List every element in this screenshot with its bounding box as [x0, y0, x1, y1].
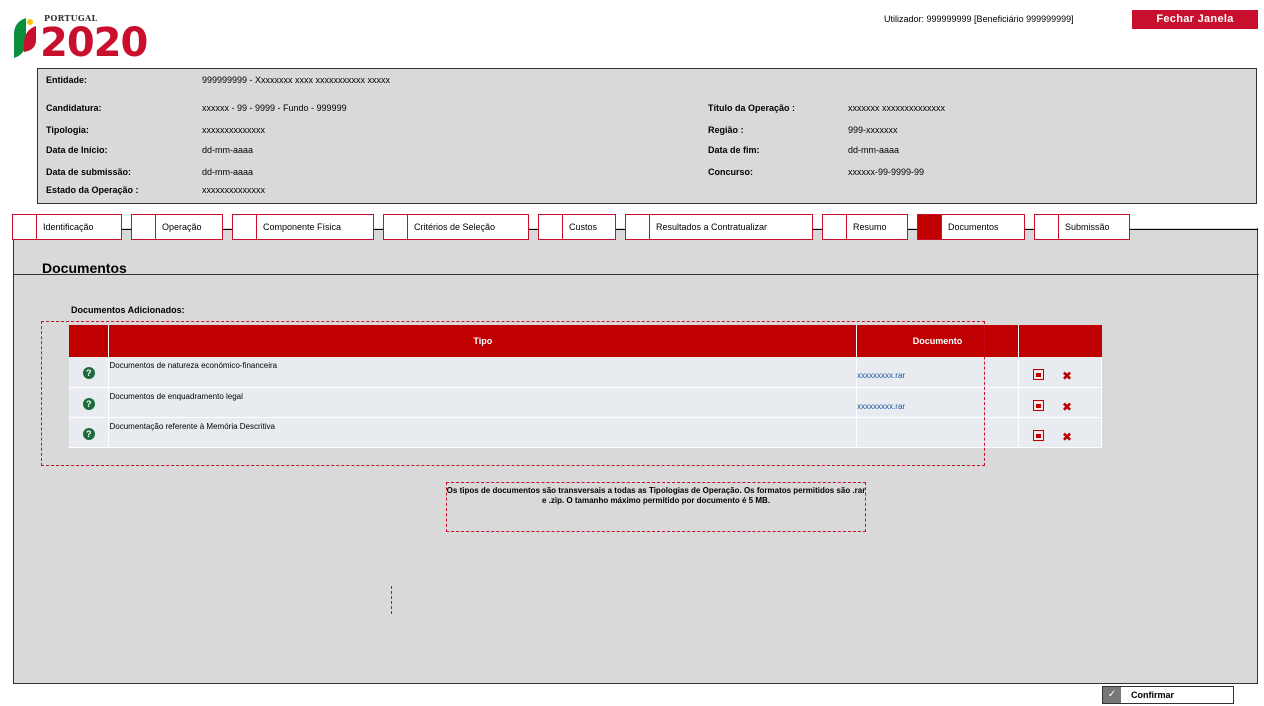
upload-icon[interactable] — [1033, 369, 1044, 380]
delete-icon[interactable]: ✖ — [1062, 430, 1072, 444]
confirm-button[interactable]: ✓ Confirmar — [1102, 686, 1234, 704]
tab-submissao[interactable]: Submissão — [1034, 214, 1130, 240]
upload-icon[interactable] — [1033, 399, 1044, 411]
titulo-value: xxxxxxx xxxxxxxxxxxxxx — [848, 103, 946, 113]
title-divider — [14, 274, 1259, 275]
portugal-2020-logo: PORTUGAL 2020 — [12, 8, 162, 64]
section-label: Documentos Adicionados: — [71, 305, 185, 315]
upload-icon[interactable] — [1033, 429, 1044, 441]
concurso-value: xxxxxx-99-9999-99 — [848, 167, 925, 177]
delete-icon[interactable]: ✖ — [1062, 369, 1072, 383]
entidade-value: 999999999 - Xxxxxxxx xxxx xxxxxxxxxxx xx… — [202, 75, 391, 85]
regiao-value: 999-xxxxxxx — [848, 125, 898, 135]
data-fim-label: Data de fim: — [708, 145, 760, 155]
annotation-marker — [391, 586, 392, 614]
entidade-label: Entidade: — [46, 75, 88, 85]
data-submissao-label: Data de submissão: — [46, 167, 132, 177]
close-window-button[interactable]: Fechar Janela — [1132, 10, 1258, 29]
tab-operacao[interactable]: Operação — [131, 214, 223, 240]
confirm-label: Confirmar — [1131, 690, 1175, 700]
tipologia-label: Tipologia: — [46, 125, 89, 135]
tab-resultados[interactable]: Resultados a Contratualizar — [625, 214, 813, 240]
user-info: Utilizador: 999999999 [Beneficiário 9999… — [884, 14, 1074, 24]
tipologia-value: xxxxxxxxxxxxxx — [202, 125, 265, 135]
entidade-row: Entidade: — [46, 75, 87, 85]
data-inicio-label: Data de Início: — [46, 145, 108, 155]
candidatura-value: xxxxxx - 99 - 9999 - Fundo - 999999 — [202, 103, 347, 113]
estado-value: xxxxxxxxxxxxxx — [202, 185, 265, 195]
candidatura-label: Candidatura: — [46, 103, 102, 113]
operation-info-panel: Entidade: 999999999 - Xxxxxxxx xxxx xxxx… — [37, 68, 1257, 204]
tab-custos[interactable]: Custos — [538, 214, 616, 240]
concurso-label: Concurso: — [708, 167, 753, 177]
delete-icon[interactable]: ✖ — [1062, 400, 1072, 414]
tab-documentos[interactable]: Documentos — [917, 214, 1025, 240]
tab-resumo[interactable]: Resumo — [822, 214, 908, 240]
check-icon: ✓ — [1103, 687, 1121, 703]
documents-note: Os tipos de documentos são transversais … — [446, 486, 866, 505]
header-actions-col — [1018, 325, 1102, 357]
titulo-label: Título da Operação : — [708, 103, 796, 113]
data-inicio-value: dd-mm-aaaa — [202, 145, 254, 155]
estado-label: Estado da Operação : — [46, 185, 139, 195]
flag-logo-icon — [14, 18, 36, 58]
tab-identificacao[interactable]: Identificação — [12, 214, 122, 240]
logo-year: 2020 — [40, 20, 148, 66]
documents-panel: Documentos Documentos Adicionados: Tipo … — [13, 228, 1259, 684]
table-annotation-box — [41, 321, 985, 466]
tab-componente-fisica[interactable]: Componente Física — [232, 214, 374, 240]
data-fim-value: dd-mm-aaaa — [848, 145, 900, 155]
regiao-label: Região : — [708, 125, 744, 135]
tab-criterios-selecao[interactable]: Critérios de Seleção — [383, 214, 529, 240]
data-submissao-value: dd-mm-aaaa — [202, 167, 254, 177]
